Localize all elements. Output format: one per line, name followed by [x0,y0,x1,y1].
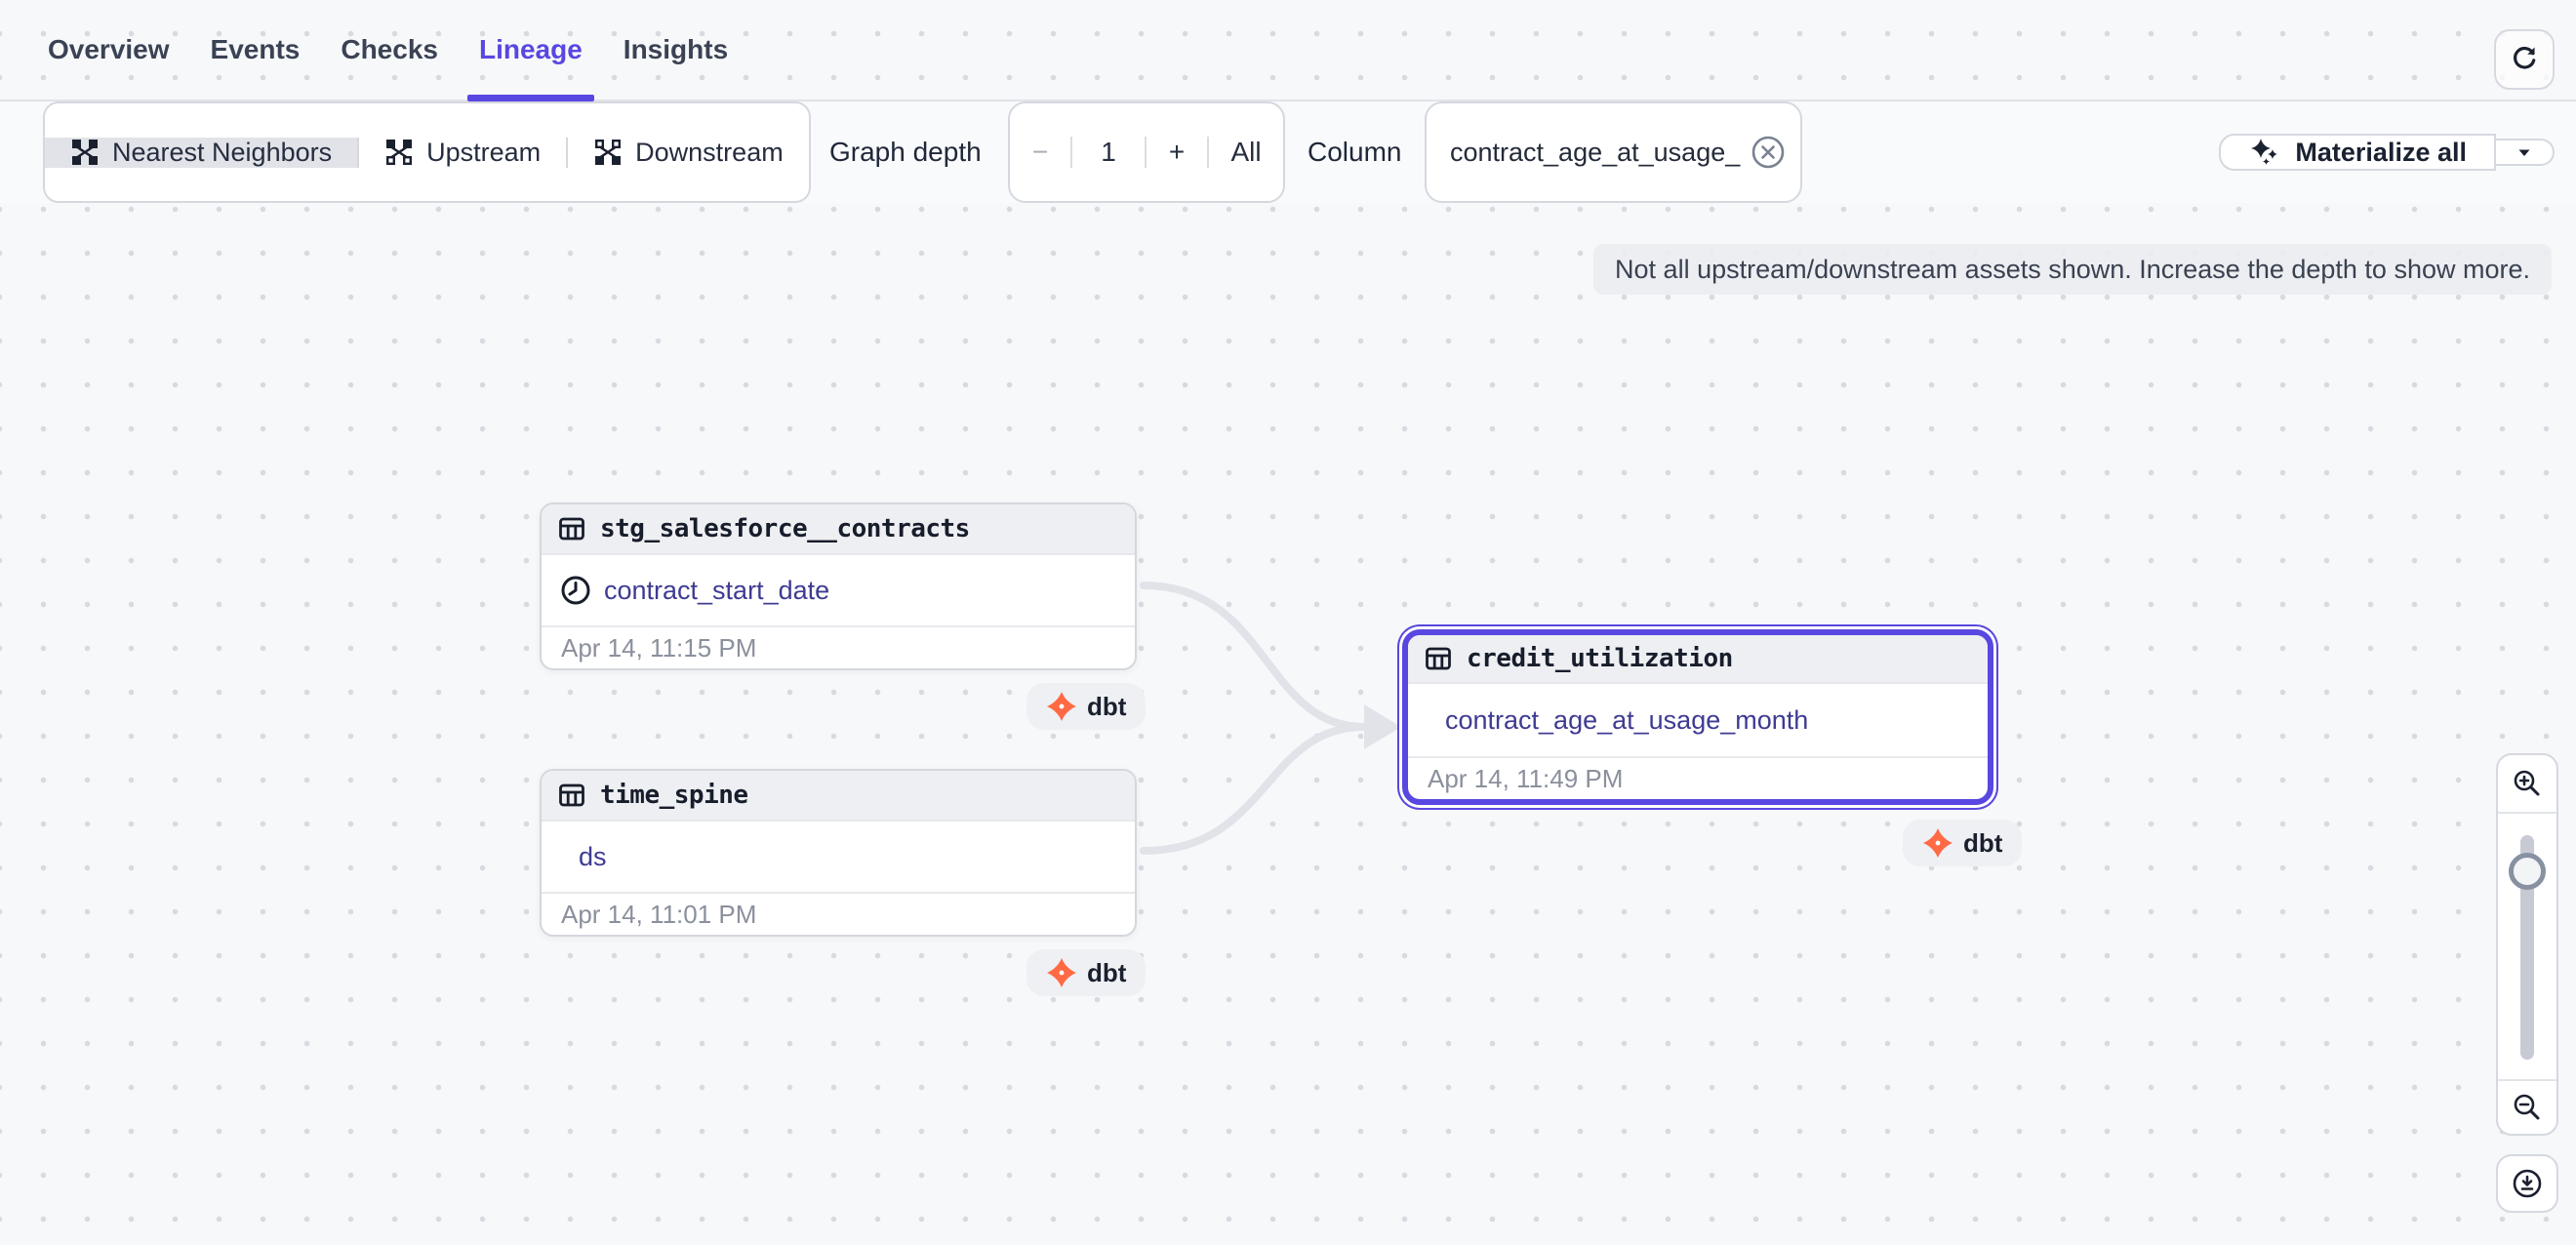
table-icon [1424,644,1453,673]
tab-checks[interactable]: Checks [337,0,442,100]
node-title: time_spine [600,781,748,810]
node-column-name: contract_start_date [604,576,829,606]
node-column-row[interactable]: contract_age_at_usage_month [1408,684,1988,756]
graph-mode-segmented-control: Nearest Neighbors Upstream Downstream [43,101,811,203]
downstream-label: Downstream [635,138,784,168]
materialize-split-button: Materialize all [2219,101,2555,203]
downstream-button[interactable]: Downstream [566,138,809,168]
tab-lineage[interactable]: Lineage [475,0,586,100]
downstream-icon [593,138,623,167]
dbt-badge-label: dbt [1087,692,1126,722]
column-filter-chip[interactable]: contract_age_at_usage_ [1425,101,1802,203]
dbt-badge: dbt [1026,683,1146,730]
dbt-logo-icon [1046,691,1077,722]
node-column-row[interactable]: ds [542,822,1135,892]
table-icon [557,514,586,543]
dbt-badge: dbt [1903,820,2022,866]
tab-overview[interactable]: Overview [44,0,174,100]
node-timestamp: Apr 14, 11:01 PM [542,892,1135,935]
graph-depth-label: Graph depth [829,101,982,203]
upstream-icon [384,138,414,167]
edge-stg-to-credit [1144,585,1364,727]
node-title: credit_utilization [1467,644,1733,673]
chevron-down-icon [2513,141,2536,164]
zoom-in-button[interactable] [2498,755,2556,814]
column-filter-label: Column [1308,101,1401,203]
materialize-dropdown-button[interactable] [2496,139,2555,166]
materialize-all-label: Materialize all [2295,138,2467,168]
sparkles-icon [2248,136,2281,169]
dbt-logo-icon [1046,957,1077,988]
top-nav: Overview Events Checks Lineage Insights [0,0,2576,101]
fit-view-button[interactable] [2496,1154,2558,1213]
zoom-out-button[interactable] [2498,1079,2556,1134]
node-time-spine[interactable]: time_spine ds Apr 14, 11:01 PM [540,769,1137,937]
table-icon [557,781,586,810]
node-column-name: contract_age_at_usage_month [1445,705,1808,736]
node-column-name: ds [579,842,607,872]
upstream-label: Upstream [426,138,541,168]
node-credit-utilization[interactable]: credit_utilization contract_age_at_usage… [1402,629,1993,805]
depth-increase-button[interactable]: + [1145,137,1207,168]
tab-insights[interactable]: Insights [620,0,732,100]
nearest-neighbors-button[interactable]: Nearest Neighbors [45,138,357,168]
lineage-canvas[interactable]: Not all upstream/downstream assets shown… [0,203,2576,1245]
refresh-button[interactable] [2494,29,2555,90]
dbt-badge-label: dbt [1087,958,1126,988]
node-header: time_spine [542,771,1135,822]
zoom-slider-handle[interactable] [2509,853,2546,890]
node-timestamp: Apr 14, 11:15 PM [542,625,1135,668]
materialize-all-button[interactable]: Materialize all [2219,134,2496,171]
depth-decrease-button[interactable]: − [1010,137,1070,168]
node-column-row[interactable]: contract_start_date [542,555,1135,625]
depth-all-button[interactable]: All [1207,137,1283,168]
node-timestamp: Apr 14, 11:49 PM [1408,756,1988,799]
nearest-neighbors-icon [70,138,100,167]
clock-icon [559,574,592,607]
tab-events[interactable]: Events [207,0,304,100]
dbt-badge-label: dbt [1963,828,2002,859]
lineage-toolbar: Nearest Neighbors Upstream Downstream Gr… [0,101,2576,203]
edge-arrowhead [1364,704,1401,749]
depth-notice: Not all upstream/downstream assets shown… [1593,244,2552,295]
node-stg-salesforce-contracts[interactable]: stg_salesforce__contracts contract_start… [540,502,1137,670]
column-filter-value: contract_age_at_usage_ [1450,138,1740,168]
node-title: stg_salesforce__contracts [600,514,970,543]
nearest-neighbors-label: Nearest Neighbors [112,138,332,168]
depth-value: 1 [1070,137,1145,168]
dbt-logo-icon [1922,827,1953,859]
node-header: stg_salesforce__contracts [542,504,1135,555]
zoom-in-icon [2511,767,2544,800]
zoom-panel [2496,753,2558,1136]
upstream-button[interactable]: Upstream [357,138,566,168]
graph-depth-stepper: − 1 + All [1008,101,1285,203]
zoom-slider[interactable] [2498,814,2556,1079]
dbt-badge: dbt [1026,949,1146,996]
node-header: credit_utilization [1408,635,1988,684]
circle-x-icon[interactable] [1750,134,1787,171]
fit-view-icon [2511,1167,2544,1200]
lineage-edges [0,203,2576,1245]
zoom-out-icon [2511,1091,2544,1124]
nav-tabs: Overview Events Checks Lineage Insights [44,0,732,100]
refresh-icon [2509,44,2540,75]
edge-timespine-to-credit [1144,727,1364,851]
